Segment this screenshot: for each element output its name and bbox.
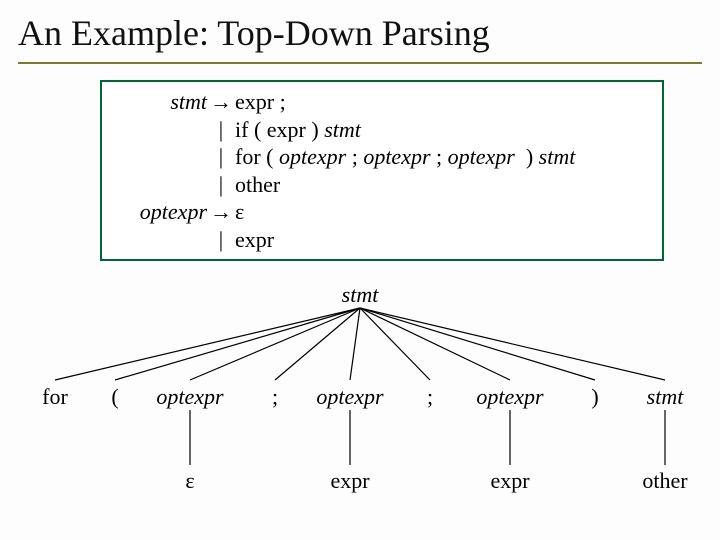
nonterminal: optexpr <box>279 144 346 169</box>
tree-node-stmt: stmt <box>647 384 684 410</box>
tree-node-optexpr: optexpr <box>316 384 383 410</box>
tree-leaf-for: for <box>42 384 68 410</box>
tree-leaf-epsilon: ε <box>185 468 194 494</box>
tree-leaf-semi: ; <box>272 384 278 410</box>
lhs-empty <box>112 171 207 199</box>
rhs: expr ; <box>235 88 652 116</box>
grammar-line: | for ( optexpr ; optexpr ; optexpr ) st… <box>112 143 652 171</box>
text: if ( expr ) <box>235 117 324 142</box>
bar-icon: | <box>207 143 235 171</box>
bar-icon: | <box>207 116 235 144</box>
rhs: for ( optexpr ; optexpr ; optexpr ) stmt <box>235 143 652 171</box>
tree-leaf-other: other <box>642 468 687 494</box>
tree-leaf-rparen: ) <box>591 384 598 410</box>
nonterminal: optexpr <box>448 144 515 169</box>
tree-leaf-lparen: ( <box>111 384 118 410</box>
rhs: expr <box>235 226 652 254</box>
tree-root: stmt <box>342 282 379 308</box>
tree-leaf-expr: expr <box>490 468 529 494</box>
lhs-empty <box>112 226 207 254</box>
nonterminal: stmt <box>539 144 576 169</box>
arrow-icon: → <box>207 88 235 116</box>
nonterminal: stmt <box>324 117 361 142</box>
lhs-empty <box>112 143 207 171</box>
title-underline <box>18 62 702 64</box>
arrow-icon: → <box>207 198 235 226</box>
parse-tree: stmt for ( optexpr ; optexpr ; optexpr )… <box>0 280 720 530</box>
text: ) <box>515 144 539 169</box>
text: ; <box>346 144 363 169</box>
nonterminal: optexpr <box>363 144 430 169</box>
lhs-empty <box>112 116 207 144</box>
text: for ( <box>235 144 279 169</box>
lhs-stmt: stmt <box>112 88 207 116</box>
tree-leaf-semi: ; <box>427 384 433 410</box>
bar-icon: | <box>207 171 235 199</box>
tree-node-optexpr: optexpr <box>156 384 223 410</box>
grammar-line: stmt → expr ; <box>112 88 652 116</box>
page-title: An Example: Top-Down Parsing <box>0 0 720 60</box>
grammar-line: optexpr → ε <box>112 198 652 226</box>
grammar-line: | if ( expr ) stmt <box>112 116 652 144</box>
lhs-optexpr: optexpr <box>112 198 207 226</box>
rhs-epsilon: ε <box>235 198 652 226</box>
tree-leaf-expr: expr <box>330 468 369 494</box>
grammar-line: | expr <box>112 226 652 254</box>
text: ; <box>431 144 448 169</box>
tree-node-optexpr: optexpr <box>476 384 543 410</box>
rhs: if ( expr ) stmt <box>235 116 652 144</box>
grammar-box: stmt → expr ; | if ( expr ) stmt | for (… <box>100 80 664 261</box>
bar-icon: | <box>207 226 235 254</box>
rhs: other <box>235 171 652 199</box>
grammar-line: | other <box>112 171 652 199</box>
